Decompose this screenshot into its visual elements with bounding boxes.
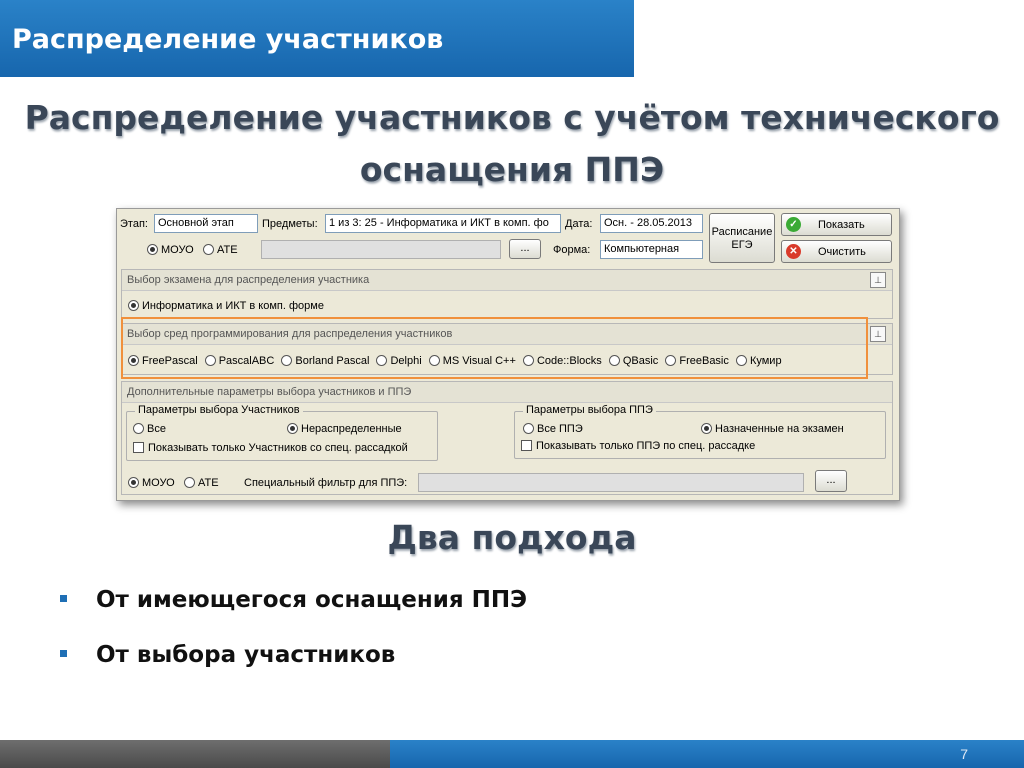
footer-left-bar [0,740,390,768]
all-radio[interactable]: Все [133,423,166,435]
all-ppe-radio[interactable]: Все ППЭ [523,423,583,435]
slide-title-line1: Распределение участников с учётом технич… [24,98,1000,137]
forma-field[interactable]: Компьютерная [600,240,703,259]
ate-radio-bottom[interactable]: АТЕ [184,477,219,489]
radio-selected-icon [128,300,139,311]
participants-fieldset: Параметры выбора Участников Все Нераспре… [126,404,438,461]
predmety-label: Предметы: [262,218,318,230]
footer-right-bar: 7 [390,740,1024,768]
special-ppe-checkbox[interactable]: Показывать только ППЭ по спец. рассадке [521,440,755,452]
radio-icon [133,423,144,434]
list-item: От имеющегося оснащения ППЭ [60,585,527,640]
extra-group-header: Дополнительные параметры выбора участник… [122,382,892,403]
show-button[interactable]: ✓ Показать [781,213,892,236]
header-title: Распределение участников [12,24,444,55]
show-button-label: Показать [818,219,865,231]
moyo-radio[interactable]: МОУО [147,244,194,256]
exam-group: Выбор экзамена для распределения участни… [121,269,893,319]
exam-option[interactable]: Информатика и ИКТ в комп. форме [128,300,324,312]
exam-group-header: Выбор экзамена для распределения участни… [122,270,892,291]
extra-group-title: Дополнительные параметры выбора участник… [127,386,412,398]
radio-icon [203,244,214,255]
clear-icon: ✕ [786,244,801,259]
etap-label: Этап: [120,218,148,230]
bullet-list: От имеющегося оснащения ППЭ От выбора уч… [60,585,527,695]
pin-icon[interactable]: ⊥ [870,326,886,342]
unassigned-radio[interactable]: Нераспределенные [287,423,402,435]
radio-selected-icon [128,477,139,488]
clear-button-label: Очистить [818,246,866,258]
highlight-frame [121,317,868,379]
special-participants-checkbox[interactable]: Показывать только Участников со спец. ра… [133,442,408,454]
check-icon: ✓ [786,217,801,232]
checkbox-icon [133,442,144,453]
subtitle: Два подхода [387,518,637,557]
radio-selected-icon [147,244,158,255]
etap-field[interactable]: Основной этап [154,214,258,233]
extra-group: Дополнительные параметры выбора участник… [121,381,893,495]
exam-group-title: Выбор экзамена для распределения участни… [127,274,370,286]
radio-icon [184,477,195,488]
ate-radio[interactable]: АТЕ [203,244,238,256]
filter-field[interactable] [418,473,804,492]
slide-title: Распределение участников с учётом технич… [0,92,1024,196]
header-bar: Распределение участников [0,0,634,77]
slide-title-line2: оснащения ППЭ [359,150,665,189]
predmety-field[interactable]: 1 из 3: 25 - Информатика и ИКТ в комп. ф… [325,214,561,233]
ppe-fieldset: Параметры выбора ППЭ Все ППЭ Назначенные… [514,404,886,459]
data-label: Дата: [565,218,593,230]
radio-selected-icon [287,423,298,434]
bullet-icon [60,595,67,602]
browse-button[interactable]: ... [509,239,541,259]
list-item: От выбора участников [60,640,527,695]
participants-legend: Параметры выбора Участников [135,404,303,416]
moyo-radio-bottom[interactable]: МОУО [128,477,175,489]
data-field[interactable]: Осн. - 28.05.2013 [600,214,703,233]
page-number: 7 [960,746,968,762]
checkbox-icon [521,440,532,451]
radio-selected-icon [701,423,712,434]
assigned-radio[interactable]: Назначенные на экзамен [701,423,844,435]
clear-button[interactable]: ✕ Очистить [781,240,892,263]
filter-browse-button[interactable]: ... [815,470,847,492]
bullet-icon [60,650,67,657]
region-field[interactable] [261,240,501,259]
ppe-legend: Параметры выбора ППЭ [523,404,656,416]
filter-label: Специальный фильтр для ППЭ: [244,477,408,489]
schedule-button[interactable]: Расписание ЕГЭ [709,213,775,263]
radio-icon [523,423,534,434]
forma-label: Форма: [553,244,591,256]
pin-icon[interactable]: ⊥ [870,272,886,288]
